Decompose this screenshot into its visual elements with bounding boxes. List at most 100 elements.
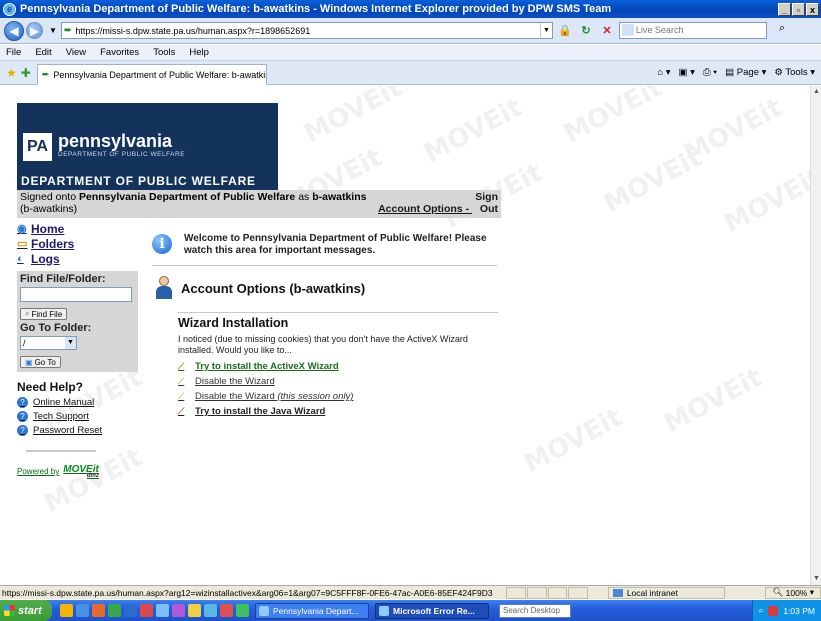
menu-file[interactable]: File bbox=[6, 47, 21, 58]
quicklaunch-icon[interactable] bbox=[108, 604, 121, 617]
menu-edit[interactable]: Edit bbox=[35, 47, 51, 58]
nav-logs-label: Logs bbox=[31, 251, 60, 266]
logs-icon: ◐ bbox=[17, 252, 24, 265]
password-reset-link[interactable]: ? Password Reset bbox=[17, 425, 138, 436]
nav-folders-label: Folders bbox=[31, 236, 75, 251]
quicklaunch-icon[interactable] bbox=[172, 604, 185, 617]
sign-out-link[interactable]: Sign Out bbox=[472, 191, 498, 215]
disable-wizard-link[interactable]: ⟋ Disable the Wizard bbox=[178, 374, 353, 389]
add-favorite-icon[interactable]: ✚ bbox=[21, 66, 31, 80]
watermark: MOVEit bbox=[659, 362, 768, 440]
start-button[interactable]: start bbox=[0, 600, 52, 621]
chevron-down-icon: ▼ bbox=[65, 337, 76, 349]
install-java-link[interactable]: ⟋ Try to install the Java Wizard bbox=[178, 404, 353, 419]
quicklaunch-icon[interactable] bbox=[156, 604, 169, 617]
stop-icon[interactable]: ✕ bbox=[598, 22, 616, 39]
address-url[interactable]: https://missi-s.dpw.state.pa.us/human.as… bbox=[75, 26, 540, 36]
menu-view[interactable]: View bbox=[66, 47, 86, 58]
address-field[interactable]: ➨ https://missi-s.dpw.state.pa.us/human.… bbox=[60, 22, 553, 39]
lock-icon[interactable]: 🔒 bbox=[556, 22, 574, 39]
tab-page-icon: ➨ bbox=[41, 69, 50, 79]
tray-icon[interactable] bbox=[768, 605, 779, 616]
online-manual-link[interactable]: ? Online Manual bbox=[17, 397, 138, 408]
back-button[interactable]: ◀ bbox=[4, 20, 24, 41]
quicklaunch-icon[interactable] bbox=[76, 604, 89, 617]
search-icon[interactable]: ⌕ bbox=[759, 605, 764, 616]
need-help-title: Need Help? bbox=[17, 380, 84, 394]
browser-tab[interactable]: ➨ Pennsylvania Department of Public Welf… bbox=[36, 63, 267, 85]
live-search-input[interactable]: Live Search bbox=[618, 22, 767, 39]
vertical-scrollbar[interactable]: ▲ ▼ bbox=[810, 86, 821, 585]
history-dropdown-icon[interactable]: ▼ bbox=[49, 26, 57, 35]
online-manual-label: Online Manual bbox=[33, 397, 95, 408]
tech-support-label: Tech Support bbox=[33, 411, 89, 422]
live-search-icon bbox=[621, 24, 634, 36]
maximize-button[interactable]: ▫ bbox=[792, 2, 805, 16]
menu-favorites[interactable]: Favorites bbox=[100, 47, 139, 58]
zoom-label: 100% bbox=[785, 587, 808, 598]
refresh-icon[interactable]: ↻ bbox=[577, 22, 595, 39]
live-search-placeholder: Live Search bbox=[635, 25, 684, 35]
quicklaunch-icon[interactable] bbox=[60, 604, 73, 617]
watermark: MOVEit bbox=[299, 86, 408, 150]
page-menu[interactable]: ▤ Page ▾ bbox=[725, 67, 766, 78]
close-button[interactable]: x bbox=[806, 2, 819, 16]
password-reset-label: Password Reset bbox=[33, 425, 103, 436]
pa-subtitle: DEPARTMENT OF PUBLIC WELFARE bbox=[58, 151, 186, 158]
install-activex-label: Try to install the ActiveX Wizard bbox=[195, 361, 339, 372]
tech-support-link[interactable]: ? Tech Support bbox=[17, 411, 138, 422]
status-url: https://missi-s.dpw.state.pa.us/human.as… bbox=[2, 587, 493, 598]
wand-icon: ⟋ bbox=[178, 361, 185, 371]
intranet-icon bbox=[612, 588, 623, 597]
scroll-up-icon[interactable]: ▲ bbox=[811, 86, 821, 98]
signin-user-paren: (b-awatkins) bbox=[20, 203, 78, 215]
print-icon[interactable]: ⎙ ▾ bbox=[703, 67, 717, 78]
menu-tools[interactable]: Tools bbox=[153, 47, 175, 58]
divider bbox=[26, 450, 96, 452]
minimize-button[interactable]: _ bbox=[778, 2, 791, 16]
nav-home[interactable]: ◉ Home bbox=[17, 221, 138, 236]
home-icon[interactable]: ⌂ ▾ bbox=[657, 67, 670, 78]
quicklaunch-icon[interactable] bbox=[188, 604, 201, 617]
menu-help[interactable]: Help bbox=[189, 47, 209, 58]
feeds-icon[interactable]: ▣ ▾ bbox=[679, 67, 695, 78]
ie-icon bbox=[259, 605, 269, 616]
nav-logs[interactable]: ◐ Logs bbox=[17, 251, 138, 266]
quicklaunch-icon[interactable] bbox=[140, 604, 153, 617]
pa-name: pennsylvania bbox=[58, 131, 173, 151]
status-cell bbox=[568, 586, 588, 599]
find-file-button[interactable]: ⌕ Find File bbox=[20, 308, 68, 320]
goto-folder-select[interactable]: / ▼ bbox=[20, 336, 77, 350]
pa-logo: PA bbox=[23, 133, 52, 161]
status-cell bbox=[547, 586, 568, 599]
taskbar-item-ie[interactable]: Pennsylvania Depart... bbox=[255, 602, 369, 619]
account-options-link[interactable]: Account Options bbox=[378, 203, 463, 215]
tools-menu[interactable]: ⚙ Tools ▾ bbox=[774, 67, 815, 78]
find-input[interactable] bbox=[20, 287, 132, 302]
scroll-down-icon[interactable]: ▼ bbox=[811, 573, 821, 585]
zoom-control[interactable]: 🔍︎ 100% ▾ bbox=[765, 586, 821, 599]
favorites-star-icon[interactable]: ★ bbox=[6, 66, 17, 80]
nav-folders[interactable]: ▭ Folders bbox=[17, 236, 138, 251]
powered-by-link[interactable]: Powered by MOVEit dmz bbox=[17, 464, 138, 479]
search-desktop-input[interactable]: Search Desktop bbox=[499, 603, 571, 618]
install-activex-link[interactable]: ⟋ Try to install the ActiveX Wizard bbox=[178, 359, 353, 374]
search-icon[interactable]: ⌕ bbox=[771, 22, 793, 39]
forward-button[interactable]: ▶ bbox=[26, 22, 43, 39]
status-cell bbox=[526, 586, 547, 599]
taskbar-item-error-report[interactable]: Microsoft Error Re... bbox=[375, 602, 489, 619]
user-icon bbox=[155, 276, 173, 300]
find-icon: ⌕ bbox=[25, 309, 30, 318]
quicklaunch-icon[interactable] bbox=[220, 604, 233, 617]
disable-wizard-session-link[interactable]: ⟋ Disable the Wizard (this session only) bbox=[178, 389, 353, 404]
wizard-description: I noticed (due to missing cookies) that … bbox=[178, 334, 468, 355]
go-to-button[interactable]: ▣ Go To bbox=[20, 356, 61, 368]
quicklaunch-icon[interactable] bbox=[236, 604, 249, 617]
quicklaunch-icon[interactable] bbox=[204, 604, 217, 617]
security-zone[interactable]: Local intranet bbox=[607, 586, 726, 599]
quicklaunch-icon[interactable] bbox=[124, 604, 137, 617]
signin-prefix: Signed onto bbox=[20, 191, 77, 203]
tab-row: ★ ✚ ➨ Pennsylvania Department of Public … bbox=[0, 61, 821, 85]
quicklaunch-icon[interactable] bbox=[92, 604, 105, 617]
address-dropdown-icon[interactable]: ▼ bbox=[539, 23, 552, 38]
